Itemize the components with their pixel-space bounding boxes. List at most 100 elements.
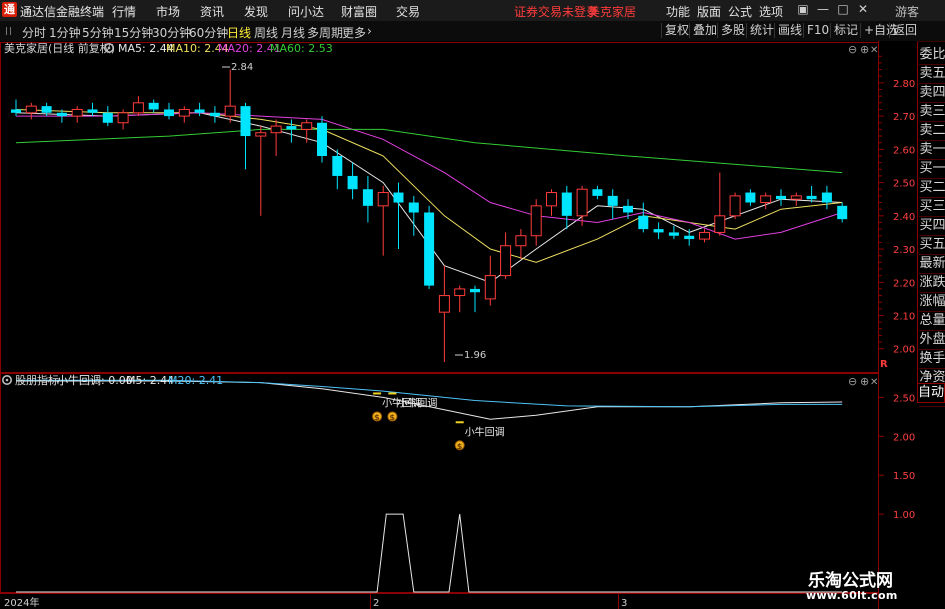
price-tick-label: 2.10 — [893, 312, 915, 323]
candle-body-down — [653, 229, 664, 233]
period-tab-daily[interactable]: 日线 — [227, 24, 251, 41]
side-item-buy3[interactable]: 买三 — [919, 198, 945, 217]
value-tick-label: 2.00 — [893, 432, 915, 443]
back-button[interactable]: 返回 — [889, 23, 920, 38]
candle-body-down — [286, 126, 297, 130]
multi-stock-button[interactable]: 多股 — [717, 23, 748, 38]
side-item-volume[interactable]: 总量 — [919, 312, 945, 331]
zoom-out-icon[interactable]: ⊖ — [848, 375, 857, 388]
menu-item-trade[interactable]: 交易 — [396, 3, 420, 20]
price-tick-label: 2.50 — [893, 179, 915, 190]
side-item-change[interactable]: 涨跌 — [919, 274, 945, 293]
side-item-buy1[interactable]: 买一 — [919, 160, 945, 179]
candle-body-down — [821, 192, 832, 203]
candle-body-up — [729, 195, 741, 217]
period-tab-60min[interactable]: 60分钟 — [189, 24, 228, 41]
candle-body-down — [317, 122, 327, 156]
candle-body-up — [71, 108, 83, 117]
candle-body-up — [515, 235, 527, 247]
period-tab-more[interactable]: 更多 — [342, 24, 366, 41]
draw-line-button[interactable]: 画线 — [774, 23, 805, 38]
period-tab-timeshare[interactable]: 分时 — [22, 24, 46, 41]
candle-body-up — [25, 105, 37, 114]
menu-item-quotes[interactable]: 行情 — [112, 3, 136, 20]
period-tab-1min[interactable]: 1分钟 — [49, 24, 81, 41]
candle-body-up — [255, 132, 267, 137]
menu-item-news[interactable]: 资讯 — [200, 3, 224, 20]
ma60-legend: MA60: 2.53 — [270, 42, 333, 55]
period-tab-monthly[interactable]: 月线 — [281, 24, 305, 41]
side-item-buy2[interactable]: 买二 — [919, 179, 945, 198]
price-tick-label: 2.00 — [893, 345, 915, 356]
side-item-change-pct[interactable]: 涨幅 — [919, 293, 945, 312]
minimize-icon[interactable]: — — [815, 2, 831, 16]
period-tab-multi[interactable]: 多周期 — [307, 24, 343, 41]
menu-item-layout[interactable]: 版面 — [697, 3, 721, 20]
side-item-buy4[interactable]: 买四 — [919, 217, 945, 236]
menu-item-formula[interactable]: 公式 — [728, 3, 752, 20]
chart-area[interactable]: 2.80 2.70 2.60 2.50 2.40 2.30 2.20 2.10 2.00 2.5… — [0, 41, 917, 609]
side-item-weibi[interactable]: 委比 — [919, 46, 945, 65]
menu-item-discover[interactable]: 发现 — [244, 3, 268, 20]
login-notice[interactable]: 证券交易未登录 — [514, 3, 598, 20]
candle-body-down — [408, 202, 419, 213]
side-item-outer[interactable]: 外盘 — [919, 331, 945, 350]
side-item-buy5[interactable]: 买五 — [919, 236, 945, 255]
menu-item-market[interactable]: 市场 — [156, 3, 180, 20]
candle-body-down — [424, 212, 435, 286]
chevron-right-icon[interactable]: › — [367, 24, 372, 38]
adjust-button[interactable]: 复权 — [661, 23, 692, 38]
candle-body-up — [301, 122, 313, 130]
auto-button[interactable]: 自动 — [917, 383, 945, 403]
candlestick — [317, 116, 327, 163]
side-item-sell2[interactable]: 卖二 — [919, 122, 945, 141]
period-tab-30min[interactable]: 30分钟 — [152, 24, 191, 41]
side-item-sell5[interactable]: 卖五 — [919, 65, 945, 84]
menu-item-ask-xiaoda[interactable]: 问小达 — [288, 3, 324, 20]
menu-item-functions[interactable]: 功能 — [666, 3, 690, 20]
overlay-button[interactable]: 叠加 — [689, 23, 720, 38]
side-item-turnover[interactable]: 换手 — [919, 350, 945, 369]
zoom-in-icon[interactable]: ⊕ — [860, 43, 869, 56]
side-item-sell3[interactable]: 卖三 — [919, 103, 945, 122]
candle-body-down — [623, 205, 633, 213]
candle-body-down — [668, 232, 679, 236]
price-tick-label: 2.20 — [893, 278, 915, 289]
statistics-button[interactable]: 统计 — [746, 23, 777, 38]
time-label-mar: 3 — [621, 598, 627, 609]
side-item-sell1[interactable]: 卖一 — [919, 141, 945, 160]
guest-label[interactable]: 游客 — [895, 3, 919, 20]
value-tick-label: 1.00 — [893, 510, 915, 521]
signal-value-legend: 小牛回调: 0.00 — [57, 373, 133, 387]
zoom-in-icon[interactable]: ⊕ — [860, 375, 869, 388]
side-item-latest[interactable]: 最新 — [919, 255, 945, 274]
indicator-title: 股朋指标 — [15, 373, 59, 387]
high-label: 2.84 — [231, 62, 253, 73]
candle-body-down — [87, 109, 98, 113]
candle-body-down — [332, 155, 343, 176]
money-bag-glyph: $ — [457, 442, 463, 451]
mark-button[interactable]: 标记 — [830, 23, 861, 38]
close-icon[interactable]: ✕ — [855, 2, 871, 16]
price-tick-label: 2.80 — [893, 79, 915, 90]
price-tick-label: 2.30 — [893, 245, 915, 256]
period-tab-15min[interactable]: 15分钟 — [114, 24, 153, 41]
candle-body-up — [500, 245, 512, 277]
zoom-out-icon[interactable]: ⊖ — [848, 43, 857, 56]
candle-body-down — [209, 112, 220, 117]
close-panel-icon[interactable]: ✕ — [870, 45, 878, 56]
restore-icon[interactable]: ▣ — [795, 2, 811, 16]
f10-button[interactable]: F10 — [803, 23, 832, 38]
period-tab-5min[interactable]: 5分钟 — [82, 24, 114, 41]
candle-body-down — [56, 112, 67, 117]
maximize-icon[interactable]: □ — [835, 2, 851, 16]
menu-item-wealth-circle[interactable]: 财富圈 — [341, 3, 377, 20]
signal-label: 小牛回调 — [465, 425, 505, 438]
menu-item-options[interactable]: 选项 — [759, 3, 783, 20]
candle-body-up — [132, 102, 144, 114]
side-item-sell4[interactable]: 卖四 — [919, 84, 945, 103]
price-tick-label: 2.40 — [893, 212, 915, 223]
close-panel-icon[interactable]: ✕ — [870, 377, 878, 388]
period-tab-weekly[interactable]: 周线 — [254, 24, 278, 41]
quote-side-panel: 委比 卖五 卖四 卖三 卖二 卖一 买一 买二 买三 买四 买五 最新 涨跌 涨… — [917, 42, 945, 407]
